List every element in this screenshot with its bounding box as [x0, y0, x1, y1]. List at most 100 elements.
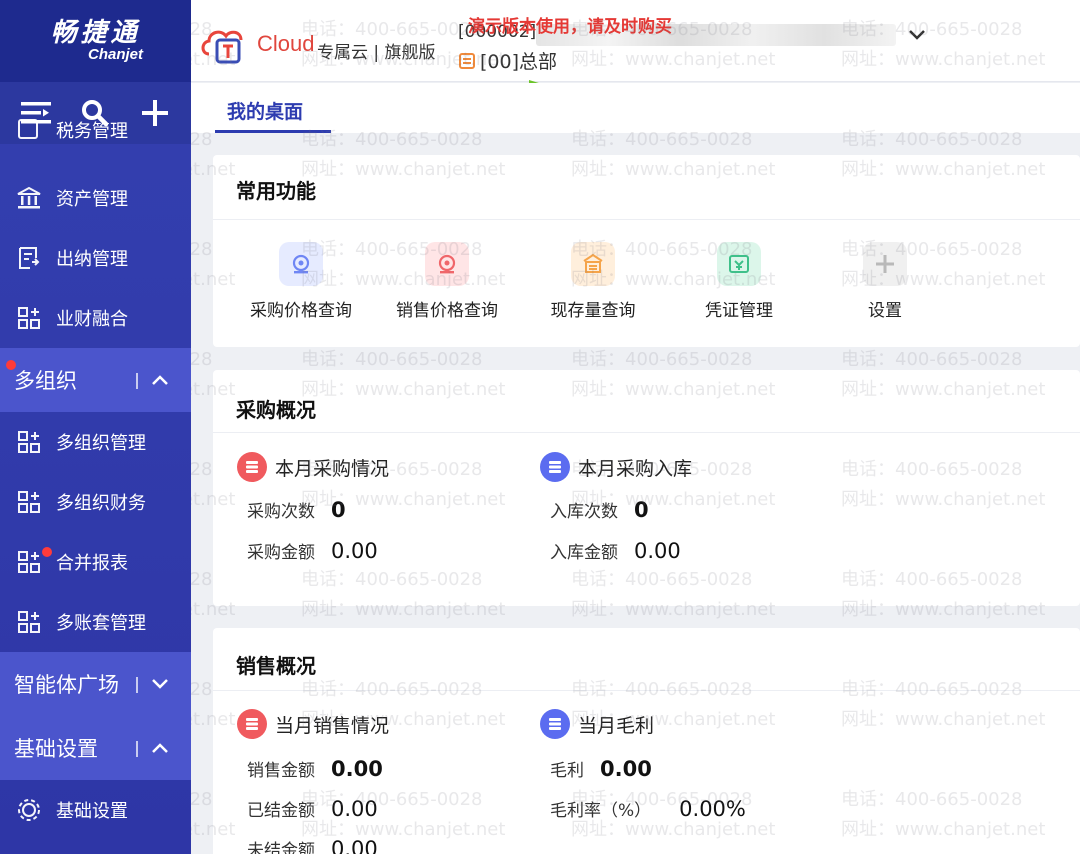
tab-my-desktop[interactable]: 我的桌面	[215, 97, 331, 133]
sidebar-item-label: 出纳管理	[56, 249, 128, 270]
stat-label: 毛利	[550, 761, 584, 781]
brand-logo: 畅捷通 Chanjet	[0, 0, 191, 82]
sidebar-group-agent-plaza[interactable]: 智能体广场	[0, 652, 191, 716]
stat-sales-amount: 销售金额 0.00	[247, 756, 383, 781]
stat-label: 入库次数	[550, 502, 618, 522]
stat-label: 已结金额	[247, 801, 315, 821]
purchase-month-header: 本月采购情况	[237, 452, 389, 482]
chevron-up-icon[interactable]	[148, 736, 172, 760]
sidebar-item-label: 资产管理	[56, 189, 128, 210]
sidebar-item-label: 多组织管理	[56, 433, 146, 454]
stat-inbound-count: 入库次数 0	[550, 497, 649, 522]
org-selector[interactable]: [00]总部	[458, 47, 557, 74]
sidebar: 畅捷通 Chanjet 税务管理 资产管理 出纳管理 业财融合 多组织 多组织管…	[0, 0, 191, 854]
stat-inbound-amount: 入库金额 0.00	[550, 538, 681, 563]
sidebar-item-multi-org-finance[interactable]: 多组织财务	[0, 472, 191, 532]
sidebar-item-label: 多组织财务	[56, 493, 146, 514]
stat-label: 未结金额	[247, 841, 315, 854]
notification-badge	[42, 547, 52, 557]
sales-price-icon	[425, 242, 469, 286]
stat-label: 毛利率（%）	[550, 801, 652, 821]
chevron-down-icon[interactable]	[148, 672, 172, 696]
grid-icon	[16, 609, 42, 635]
quick-label: 凭证管理	[705, 301, 773, 321]
gross-profit-header: 当月毛利	[540, 709, 654, 739]
stat-head-label: 本月采购入库	[578, 457, 693, 480]
sidebar-item-finance-integration[interactable]: 业财融合	[0, 288, 191, 348]
card-divider	[213, 219, 1080, 220]
quick-settings[interactable]: 设置	[812, 242, 958, 321]
sidebar-item-consolidated-report[interactable]: 合并报表	[0, 532, 191, 592]
stat-value: 0	[331, 498, 346, 522]
card-title: 销售概况	[236, 654, 316, 678]
purchase-inbound-header: 本月采购入库	[540, 452, 692, 482]
sales-month-header: 当月销售情况	[237, 709, 389, 739]
ledger-icon	[16, 245, 42, 271]
database-icon	[237, 709, 267, 739]
sidebar-item-multi-org-manage[interactable]: 多组织管理	[0, 412, 191, 472]
card-divider	[213, 432, 1080, 433]
stat-label: 入库金额	[550, 543, 618, 563]
stat-gross-profit: 毛利 0.00	[550, 756, 652, 781]
cloud-brand-icon	[201, 30, 243, 64]
card-divider	[213, 690, 1080, 691]
sidebar-menu: 税务管理 资产管理 出纳管理 业财融合 多组织 多组织管理 多组织财务 合并报表…	[0, 119, 191, 840]
quick-sales-price[interactable]: 销售价格查询	[374, 242, 520, 321]
plus-icon	[142, 100, 169, 126]
org-icon	[459, 52, 475, 69]
stat-settled-amount: 已结金额 0.00	[247, 796, 378, 821]
sidebar-item-label: 基础设置	[56, 801, 128, 822]
ledger-icon	[16, 117, 42, 143]
stat-value: 0.00%	[679, 797, 746, 821]
grid-icon	[16, 489, 42, 515]
grid-icon	[16, 305, 42, 331]
stat-value: 0.00	[331, 539, 378, 563]
stat-label: 销售金额	[247, 761, 315, 781]
chevron-down-icon[interactable]	[906, 23, 928, 45]
add-button[interactable]	[135, 93, 175, 133]
quick-label: 现存量查询	[550, 301, 636, 321]
cloud-logo: Cloud	[199, 24, 314, 64]
sidebar-item-basic-settings[interactable]: 基础设置	[0, 780, 191, 840]
card-title: 常用功能	[236, 179, 316, 203]
stat-value: 0.00	[634, 539, 681, 563]
logo-cn-text: 畅捷通	[50, 18, 141, 48]
sidebar-item-multi-ledger[interactable]: 多账套管理	[0, 592, 191, 652]
stat-gross-margin: 毛利率（%） 0.00%	[550, 796, 746, 821]
group-separator	[136, 373, 138, 389]
database-icon	[237, 452, 267, 482]
database-icon	[540, 709, 570, 739]
sidebar-item-label: 业财融合	[56, 309, 128, 330]
stat-value: 0.00	[331, 797, 378, 821]
quick-label: 设置	[868, 301, 902, 321]
trial-notice: 演示版本使用，请及时购买	[468, 17, 672, 37]
quick-label: 采购价格查询	[250, 301, 352, 321]
grid-icon	[16, 549, 42, 575]
org-label: [00]总部	[480, 51, 558, 73]
sidebar-group-multi-org[interactable]: 多组织	[0, 348, 191, 412]
quick-purchase-price[interactable]: 采购价格查询	[228, 242, 374, 321]
stat-unsettled-amount: 未结金额 0.00	[247, 836, 378, 854]
sidebar-item-label: 合并报表	[56, 553, 128, 574]
top-header: Cloud 专属云 | 旗舰版 [000002] [00]总部 演示版本使用，请…	[191, 0, 1080, 103]
sidebar-group-basic-settings[interactable]: 基础设置	[0, 716, 191, 780]
stat-label: 采购金额	[247, 543, 315, 563]
card-title: 采购概况	[236, 398, 316, 422]
database-icon	[540, 452, 570, 482]
stat-label: 采购次数	[247, 502, 315, 522]
stat-value: 0.00	[600, 757, 652, 781]
chevron-up-icon[interactable]	[148, 368, 172, 392]
stat-head-label: 本月采购情况	[275, 457, 390, 480]
sidebar-item-cashier[interactable]: 出纳管理	[0, 228, 191, 288]
group-separator	[136, 677, 138, 693]
group-separator	[136, 741, 138, 757]
sidebar-item-assets[interactable]: 资产管理	[0, 168, 191, 228]
purchase-overview-card: 采购概况	[213, 370, 1080, 606]
quick-voucher[interactable]: 凭证管理	[666, 242, 812, 321]
grid-icon	[16, 429, 42, 455]
logo-en-text: Chanjet	[87, 46, 143, 63]
group-label: 多组织	[14, 369, 77, 393]
group-label: 智能体广场	[14, 673, 119, 697]
stat-value: 0	[634, 498, 649, 522]
quick-inventory[interactable]: 现存量查询	[520, 242, 666, 321]
